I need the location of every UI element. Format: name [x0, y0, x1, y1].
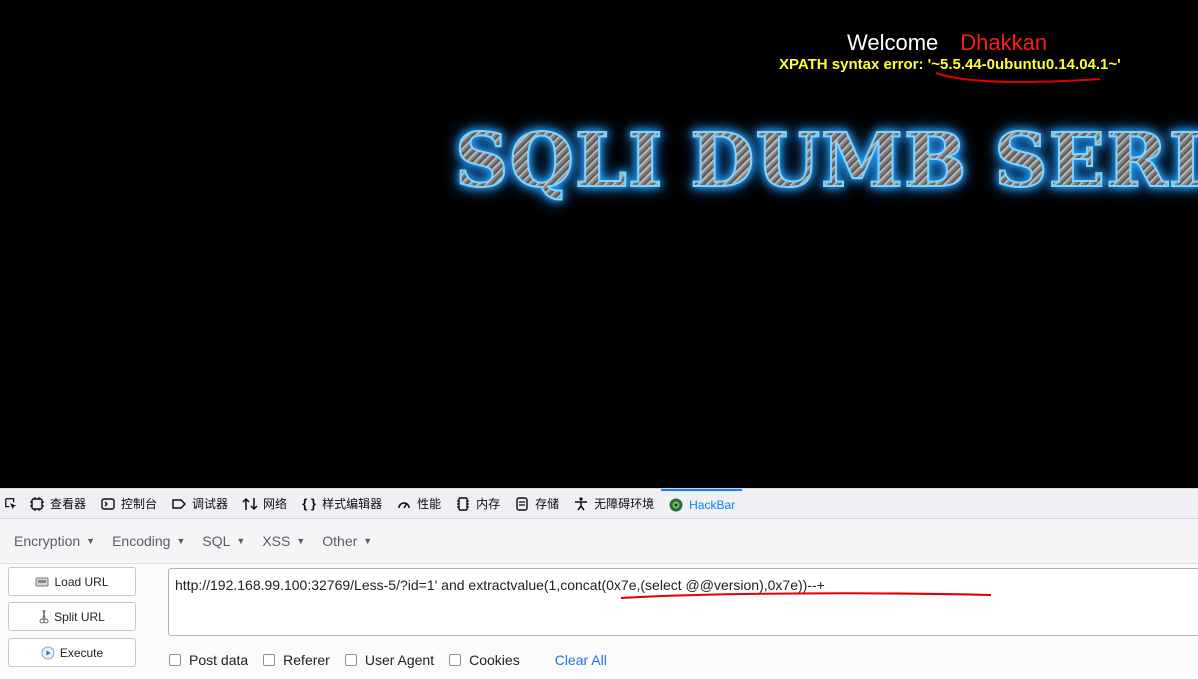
tab-performance[interactable]: 性能	[389, 489, 448, 518]
dropdown-caret-icon: ▼	[363, 536, 373, 546]
scissors-icon	[39, 609, 49, 625]
load-url-button[interactable]: Load URL	[8, 567, 136, 596]
request-options: Post data Referer User Agent Cookies Cle…	[169, 652, 607, 668]
cookies-option[interactable]: Cookies	[449, 652, 520, 668]
payload-underline-annotation	[620, 592, 992, 599]
menu-xss[interactable]: XSS ▼	[262, 533, 305, 549]
tab-label: HackBar	[689, 497, 736, 512]
tab-storage[interactable]: 存储	[507, 489, 566, 518]
hackbar-icon	[668, 497, 684, 513]
inspector-icon	[29, 496, 45, 512]
execute-button[interactable]: Execute	[8, 638, 136, 667]
user-agent-option[interactable]: User Agent	[344, 652, 434, 668]
tab-network[interactable]: 网络	[235, 489, 294, 518]
menu-encryption[interactable]: Encryption ▼	[14, 533, 95, 549]
dropdown-caret-icon: ▼	[86, 536, 96, 546]
tab-label: 性能	[417, 497, 442, 511]
referer-checkbox[interactable]	[263, 654, 276, 666]
tab-label: 内存	[476, 497, 501, 511]
split-url-button[interactable]: Split URL	[8, 602, 136, 631]
performance-icon	[396, 496, 412, 512]
clear-all-link[interactable]: Clear All	[555, 652, 607, 668]
user-name: Dhakkan	[960, 30, 1048, 55]
tab-accessibility[interactable]: 无障碍环境	[566, 489, 661, 518]
error-underline-annotation	[935, 72, 1101, 83]
menu-other[interactable]: Other ▼	[322, 533, 372, 549]
memory-icon	[455, 496, 471, 512]
accessibility-icon	[573, 496, 589, 512]
tab-label: 存储	[535, 497, 560, 511]
referer-option[interactable]: Referer	[263, 652, 330, 668]
dropdown-caret-icon: ▼	[296, 536, 306, 546]
welcome-line: Welcome Dhakkan	[847, 30, 1047, 56]
storage-icon	[514, 496, 530, 512]
tab-label: 控制台	[121, 497, 158, 511]
play-icon	[41, 646, 55, 660]
menu-encoding[interactable]: Encoding ▼	[112, 533, 185, 549]
tab-memory[interactable]: 内存	[448, 489, 507, 518]
post-data-option[interactable]: Post data	[169, 652, 248, 668]
menu-sql[interactable]: SQL ▼	[202, 533, 245, 549]
element-picker-button[interactable]	[0, 489, 22, 518]
page-content: Welcome Dhakkan XPATH syntax error: '~5.5…	[0, 0, 1198, 488]
load-url-icon	[35, 576, 49, 588]
post-data-checkbox[interactable]	[169, 654, 181, 666]
dropdown-caret-icon: ▼	[176, 536, 186, 546]
console-icon	[100, 496, 116, 512]
element-picker-icon	[5, 497, 17, 509]
style-editor-icon: { }	[302, 496, 316, 511]
network-icon	[242, 496, 258, 512]
tab-label: 网络	[263, 497, 288, 511]
devtools-panel: 查看器 控制台 调试器 网络 { } 样式编辑器 性能 内存 存储 无障碍环境 …	[0, 488, 1198, 679]
url-input[interactable]: http://192.168.99.100:32769/Less-5/?id=1…	[168, 568, 1198, 636]
tab-label: 无障碍环境	[594, 497, 655, 511]
tab-console[interactable]: 控制台	[93, 489, 164, 518]
tab-inspector[interactable]: 查看器	[22, 489, 93, 518]
tab-style-editor[interactable]: { } 样式编辑器	[294, 489, 389, 518]
sqli-banner: SQLI DUMB SERIES	[454, 117, 1198, 205]
welcome-text: Welcome	[847, 30, 939, 55]
button-label: Split URL	[54, 609, 105, 624]
user-agent-checkbox[interactable]	[344, 654, 357, 666]
debugger-icon	[171, 496, 187, 512]
cookies-checkbox[interactable]	[449, 654, 462, 666]
tab-label: 样式编辑器	[322, 497, 383, 511]
button-label: Load URL	[54, 574, 109, 589]
tab-debugger[interactable]: 调试器	[164, 489, 235, 518]
devtools-tabbar: 查看器 控制台 调试器 网络 { } 样式编辑器 性能 内存 存储 无障碍环境 …	[0, 489, 1198, 519]
tab-hackbar[interactable]: HackBar	[661, 489, 743, 518]
hackbar-body: Load URL Split URL Execute http://192.16…	[0, 564, 1198, 679]
button-label: Execute	[59, 645, 104, 660]
hackbar-menu: Encryption ▼ Encoding ▼ SQL ▼ XSS ▼ Other ▼	[0, 519, 1198, 564]
dropdown-caret-icon: ▼	[236, 536, 246, 546]
tab-label: 调试器	[192, 497, 229, 511]
tab-label: 查看器	[50, 497, 87, 511]
